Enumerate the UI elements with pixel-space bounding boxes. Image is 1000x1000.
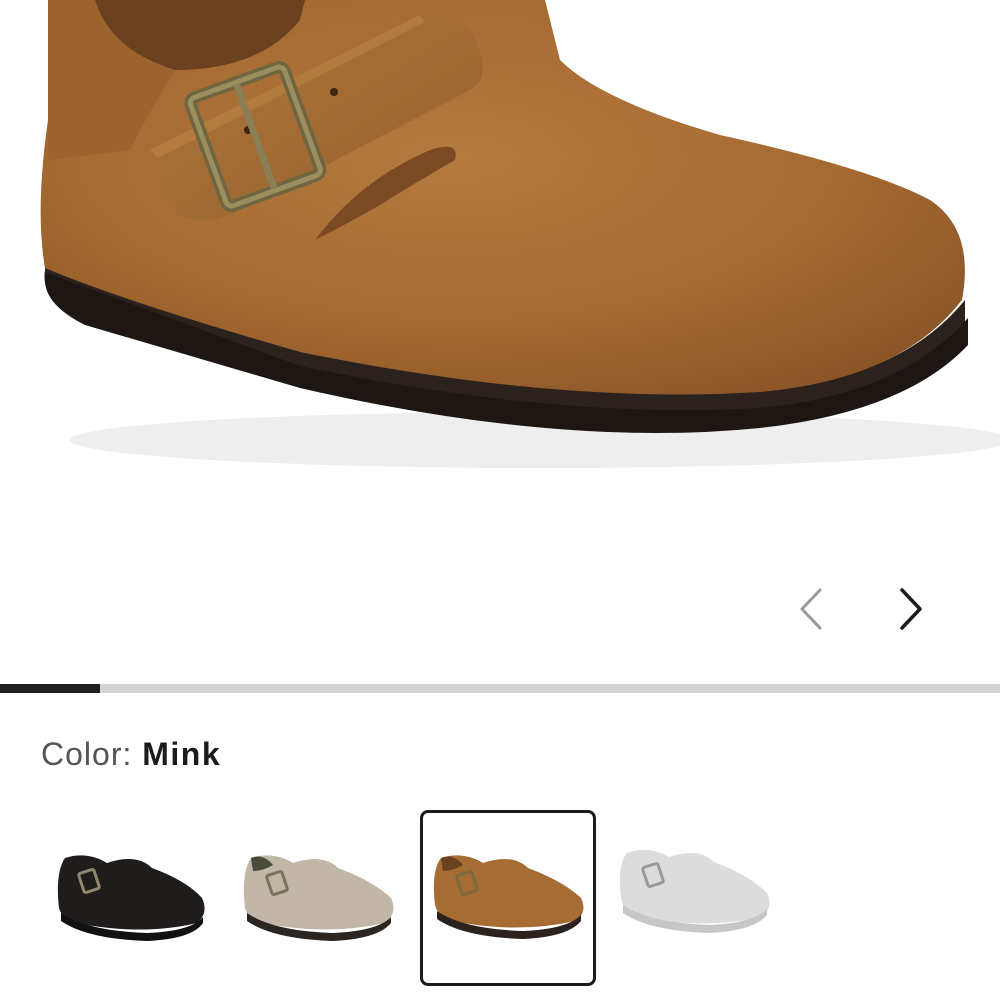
- color-swatch-list: [0, 810, 1000, 990]
- shoe-thumbnail-icon: [57, 855, 205, 941]
- chevron-left-icon: [800, 588, 822, 630]
- selected-color-name: Mink: [142, 736, 222, 772]
- color-label: Color:: [41, 736, 133, 772]
- shoe-suede-clog-icon: [40, 0, 1000, 468]
- color-heading: Color: Mink: [41, 736, 221, 773]
- gallery-progress-fill: [0, 684, 100, 693]
- color-swatch-taupe[interactable]: [230, 810, 406, 986]
- color-swatch-mink[interactable]: [420, 810, 596, 986]
- gallery-progress-bar: [0, 684, 1000, 693]
- color-swatch-grey[interactable]: [608, 810, 784, 986]
- shoe-thumbnail-icon: [243, 855, 394, 941]
- product-image[interactable]: [0, 0, 1000, 680]
- next-image-button[interactable]: [890, 584, 950, 644]
- chevron-right-icon: [900, 588, 922, 630]
- previous-image-button[interactable]: [792, 584, 852, 644]
- shoe-thumbnail-icon: [433, 855, 584, 939]
- shoe-thumbnail-icon: [619, 849, 770, 933]
- color-swatch-black[interactable]: [44, 810, 220, 986]
